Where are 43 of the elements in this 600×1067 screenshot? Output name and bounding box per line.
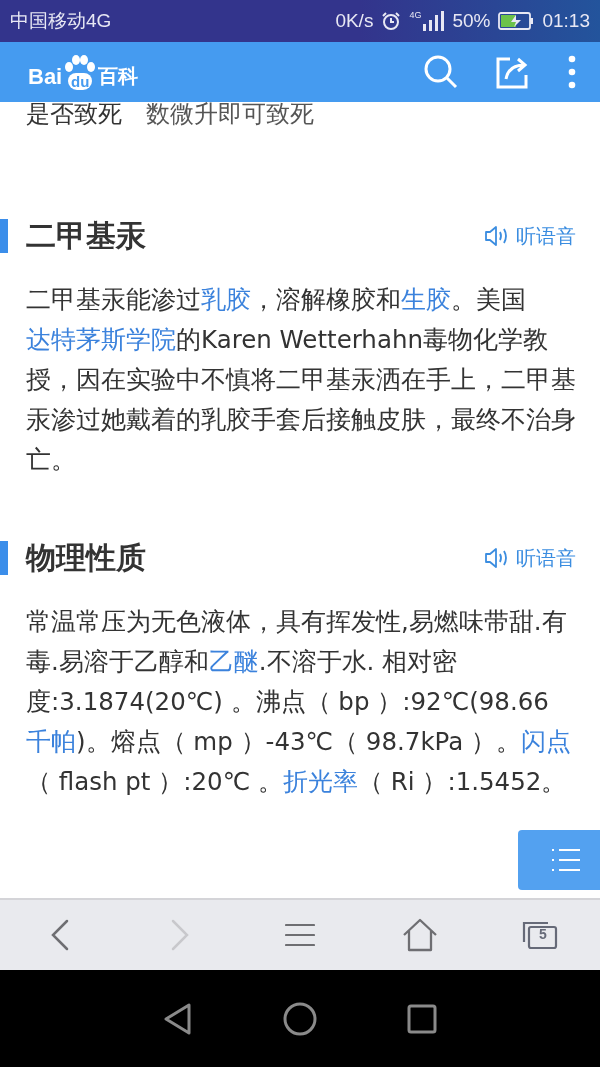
carrier-name: 中国移动4G xyxy=(10,9,112,33)
signal-icon xyxy=(422,10,445,32)
baidu-baike-logo[interactable]: Bai du 百科 xyxy=(28,54,139,90)
chevron-right-icon xyxy=(170,919,190,951)
tabs-icon xyxy=(522,920,558,950)
battery-percent: 50% xyxy=(452,10,491,32)
link[interactable]: 千帕 xyxy=(26,727,76,756)
menu-icon xyxy=(285,923,315,947)
info-label: 是否致死 xyxy=(26,102,122,130)
network-speed: 0K/s xyxy=(335,10,374,32)
battery-charging-icon xyxy=(498,12,535,30)
link[interactable]: 折光率 xyxy=(283,767,358,796)
paragraph: 常温常压为无色液体，具有挥发性,易燃味带甜.有毒.易溶于乙醇和乙醚.不溶于水. 相对密度:3.1874(20℃) 。沸点（ bp ）:92℃(98.66 千帕)。熔点（ mp ）-43℃（ 98.7kPa ）。闪点 （ flash pt ）:20℃ 。折光率（ Ri ）:1.5452。 xyxy=(25,606,573,798)
section-marker xyxy=(0,541,8,575)
link[interactable]: 闪点 xyxy=(521,727,572,756)
link[interactable]: 乳胶 xyxy=(201,285,251,314)
section-title: 物理性质 xyxy=(26,538,146,577)
link[interactable]: 乙醚 xyxy=(208,647,259,676)
list-icon xyxy=(550,848,581,872)
alarm-icon xyxy=(381,11,402,31)
clock-time: 01:13 xyxy=(542,10,590,32)
speaker-icon xyxy=(484,547,510,569)
paragraph: 二甲基汞能渗过乳胶，溶解橡胶和生胶。美国 达特茅斯学院的Karen Wetterhahn毒物化学教授，因在实验中不慎将二甲基汞洒在手上，二甲基汞渗过她戴着的乳胶手套后接触皮肤，最终不治身亡。 xyxy=(25,284,577,476)
listen-button[interactable]: 听语音 xyxy=(484,544,576,572)
tab-count: 5 xyxy=(539,926,547,942)
recents-icon[interactable] xyxy=(407,1003,437,1034)
tabs-button[interactable]: 5 xyxy=(510,910,570,960)
speaker-icon xyxy=(484,225,510,247)
search-icon[interactable] xyxy=(424,55,458,89)
share-icon[interactable] xyxy=(496,55,530,89)
back-icon[interactable] xyxy=(163,1002,193,1035)
table-of-contents-button[interactable] xyxy=(518,830,600,890)
link[interactable]: 达特茅斯学院 xyxy=(26,325,176,354)
home-icon xyxy=(402,918,438,952)
more-icon[interactable] xyxy=(568,55,576,89)
network-type: 4G xyxy=(409,10,422,20)
section-marker xyxy=(0,219,8,253)
section-title: 二甲基汞 xyxy=(26,216,146,255)
listen-button[interactable]: 听语音 xyxy=(484,222,576,250)
chevron-left-icon xyxy=(50,919,70,951)
home-circle-icon[interactable] xyxy=(283,1001,317,1036)
link[interactable]: 生胶 xyxy=(401,285,451,314)
info-value: 数微升即可致死 xyxy=(146,102,314,130)
